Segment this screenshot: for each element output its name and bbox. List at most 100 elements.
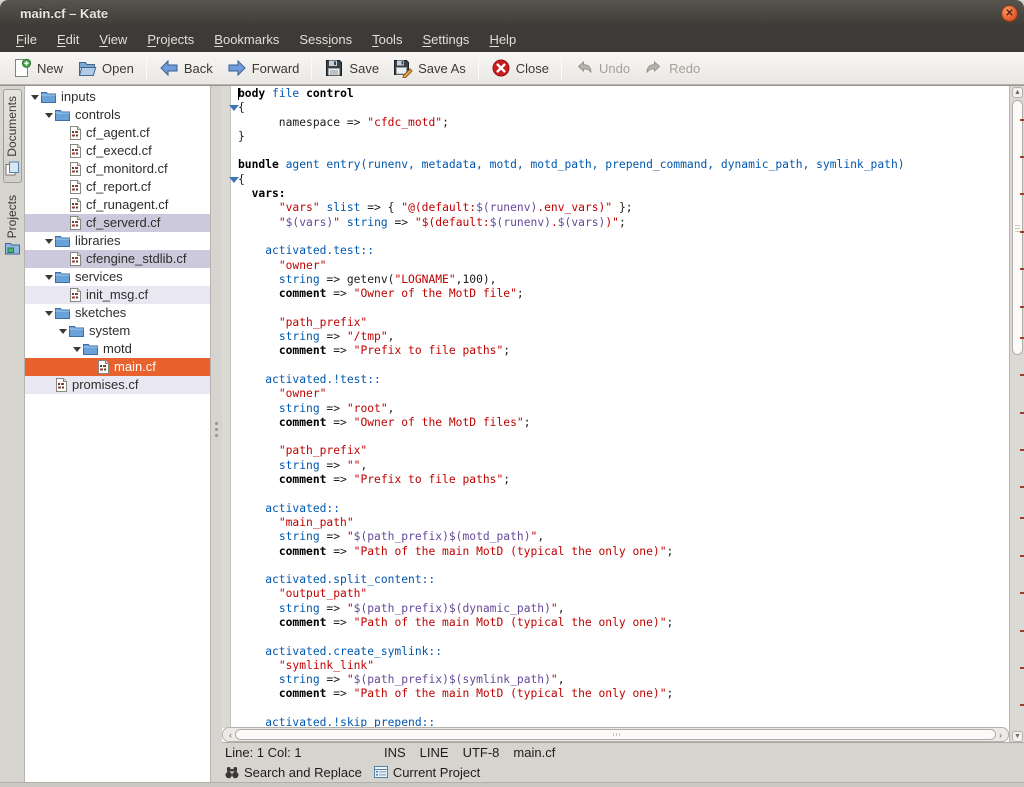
- code-line: activated.test::: [238, 244, 1008, 258]
- tree-item-label: cf_agent.cf: [86, 124, 150, 142]
- tree-item-cf_serverd.cf[interactable]: cf_serverd.cf: [25, 214, 210, 232]
- tree-item-cf_runagent.cf[interactable]: cf_runagent.cf: [25, 196, 210, 214]
- scrollbar-mark: [1020, 306, 1024, 308]
- code-line: string => "/tmp",: [238, 330, 1008, 344]
- save-button[interactable]: Save: [317, 56, 386, 80]
- undo-button: Undo: [567, 56, 637, 80]
- menu-edit[interactable]: Edit: [47, 28, 89, 52]
- menu-sessions[interactable]: Sessions: [289, 28, 362, 52]
- scroll-down-icon[interactable]: ▼: [1012, 731, 1023, 742]
- tree-item-init_msg.cf[interactable]: init_msg.cf: [25, 286, 210, 304]
- horizontal-scrollbar-thumb[interactable]: [235, 729, 996, 740]
- tree-item-services[interactable]: services: [25, 268, 210, 286]
- open-button[interactable]: Open: [70, 56, 141, 80]
- forward-button[interactable]: Forward: [220, 56, 307, 80]
- expander-arrow-icon[interactable]: [43, 239, 55, 244]
- encoding-indicator[interactable]: UTF-8: [463, 745, 500, 760]
- code-line: string => "$(path_prefix)$(symlink_path)…: [238, 673, 1008, 687]
- expander-arrow-icon[interactable]: [29, 95, 41, 100]
- code-line: "path_prefix": [238, 444, 1008, 458]
- tree-item-motd[interactable]: motd: [25, 340, 210, 358]
- tree-item-inputs[interactable]: inputs: [25, 88, 210, 106]
- documents-tree[interactable]: inputscontrolscf_agent.cfcf_execd.cfcf_m…: [24, 86, 211, 782]
- tree-item-controls[interactable]: controls: [25, 106, 210, 124]
- menu-file[interactable]: File: [6, 28, 47, 52]
- scroll-right-icon[interactable]: ›: [995, 729, 1006, 741]
- window-close-button[interactable]: ✕: [1001, 5, 1018, 22]
- titlebar[interactable]: main.cf – Kate ✕: [0, 0, 1024, 28]
- tree-item-label: cf_runagent.cf: [86, 196, 168, 214]
- scroll-up-icon[interactable]: ▲: [1012, 87, 1023, 98]
- forward-arrow-icon: [227, 58, 247, 78]
- tree-item-cf_report.cf[interactable]: cf_report.cf: [25, 178, 210, 196]
- menu-help[interactable]: Help: [479, 28, 526, 52]
- save-as-button[interactable]: Save As: [386, 56, 473, 80]
- menu-tools[interactable]: Tools: [362, 28, 412, 52]
- tree-item-cf_agent.cf[interactable]: cf_agent.cf: [25, 124, 210, 142]
- text-cursor: [238, 88, 239, 100]
- code-line: [238, 359, 1008, 373]
- close-button-label: Close: [516, 61, 549, 76]
- folder-icon: [55, 109, 70, 121]
- tree-item-label: cf_report.cf: [86, 178, 151, 196]
- code-line: "path_prefix": [238, 316, 1008, 330]
- folder-icon: [41, 91, 56, 103]
- line-col-indicator: Line: 1 Col: 1: [225, 745, 370, 760]
- tree-item-libraries[interactable]: libraries: [25, 232, 210, 250]
- toolbar-separator: [146, 56, 147, 80]
- search-and-replace-button[interactable]: Search and Replace: [225, 765, 362, 780]
- horizontal-scrollbar[interactable]: ‹ ›: [222, 727, 1009, 742]
- fold-marker-icon[interactable]: [229, 177, 239, 183]
- code-line: string => "root",: [238, 402, 1008, 416]
- current-project-button[interactable]: Current Project: [374, 765, 480, 780]
- code-line: "output_path": [238, 587, 1008, 601]
- back-button[interactable]: Back: [152, 56, 220, 80]
- file-icon: [69, 144, 81, 158]
- open-folder-icon: [77, 58, 97, 78]
- tree-item-promises.cf[interactable]: promises.cf: [25, 376, 210, 394]
- code-line: activated.!test::: [238, 373, 1008, 387]
- vertical-scrollbar-thumb[interactable]: [1012, 100, 1023, 355]
- vertical-scrollbar[interactable]: ▲ ▼: [1009, 86, 1024, 742]
- tree-item-sketches[interactable]: sketches: [25, 304, 210, 322]
- close-button[interactable]: Close: [484, 56, 556, 80]
- main-area: Documents Projects inputscontrolscf_agent…: [0, 85, 1024, 782]
- editor-column: body file control{ namespace => "cfdc_mo…: [222, 86, 1024, 782]
- code-line: "owner": [238, 387, 1008, 401]
- new-button[interactable]: New: [5, 56, 70, 80]
- menu-projects[interactable]: Projects: [137, 28, 204, 52]
- tree-item-cf_monitord.cf[interactable]: cf_monitord.cf: [25, 160, 210, 178]
- tree-item-cf_execd.cf[interactable]: cf_execd.cf: [25, 142, 210, 160]
- code-area[interactable]: body file control{ namespace => "cfdc_mo…: [238, 87, 1008, 728]
- file-icon: [69, 126, 81, 140]
- fold-marker-icon[interactable]: [229, 105, 239, 111]
- tree-item-label: promises.cf: [72, 376, 138, 394]
- expander-arrow-icon[interactable]: [43, 113, 55, 118]
- scrollbar-mark: [1020, 268, 1024, 270]
- code-line: [238, 301, 1008, 315]
- sidebar-tab-documents[interactable]: Documents: [3, 89, 22, 183]
- menu-view[interactable]: View: [89, 28, 137, 52]
- expander-arrow-icon[interactable]: [57, 329, 69, 334]
- tree-item-cfengine_stdlib.cf[interactable]: cfengine_stdlib.cf: [25, 250, 210, 268]
- panel-splitter[interactable]: [211, 86, 222, 782]
- sidebar-tab-projects[interactable]: Projects: [4, 189, 21, 261]
- tree-item-main.cf[interactable]: main.cf: [25, 358, 210, 376]
- menu-bookmarks[interactable]: Bookmarks: [204, 28, 289, 52]
- code-line: string => getenv("LOGNAME",100),: [238, 273, 1008, 287]
- code-line: string => "",: [238, 459, 1008, 473]
- menu-settings[interactable]: Settings: [412, 28, 479, 52]
- forward-button-label: Forward: [252, 61, 300, 76]
- kate-window: main.cf – Kate ✕ FileEditViewProjectsBoo…: [0, 0, 1024, 787]
- tree-item-system[interactable]: system: [25, 322, 210, 340]
- insert-mode-indicator[interactable]: INS: [384, 745, 406, 760]
- expander-arrow-icon[interactable]: [43, 311, 55, 316]
- close-icon: [491, 58, 511, 78]
- tree-item-label: sketches: [75, 304, 126, 322]
- expander-arrow-icon[interactable]: [43, 275, 55, 280]
- selection-mode-indicator[interactable]: LINE: [420, 745, 449, 760]
- close-icon: ✕: [1005, 8, 1013, 19]
- tree-item-label: main.cf: [114, 358, 156, 376]
- expander-arrow-icon[interactable]: [71, 347, 83, 352]
- code-line: comment => "Owner of the MotD file";: [238, 287, 1008, 301]
